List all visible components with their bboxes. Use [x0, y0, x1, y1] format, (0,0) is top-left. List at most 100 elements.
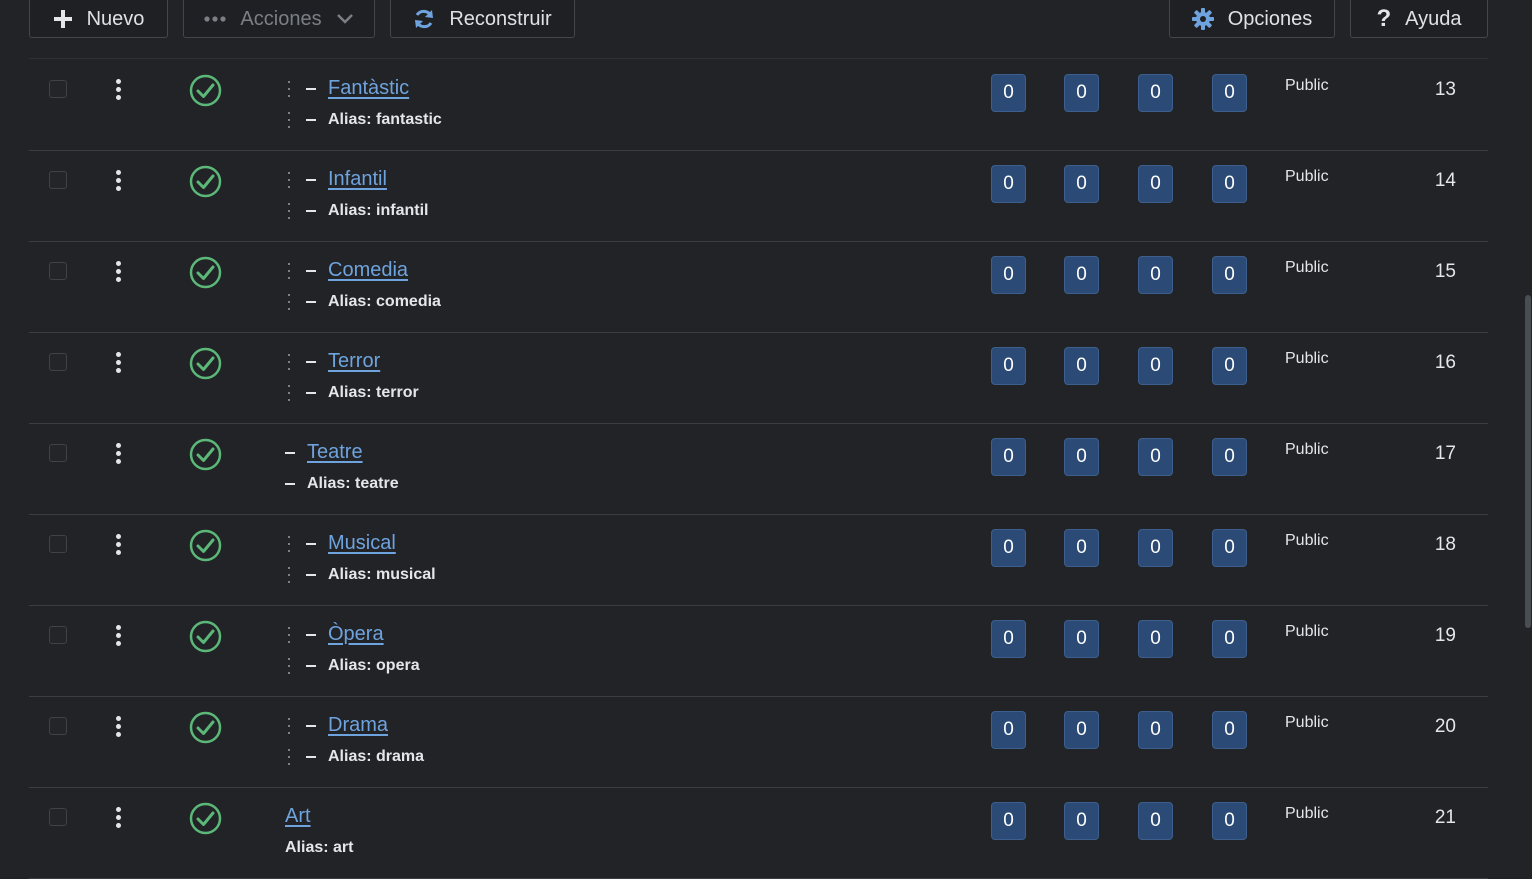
row-checkbox[interactable] — [49, 626, 67, 644]
row-checkbox[interactable] — [49, 171, 67, 189]
category-title-link[interactable]: Drama — [328, 714, 388, 737]
item-count-badge[interactable]: 0 — [1138, 165, 1173, 203]
category-alias: Alias: terror — [284, 384, 419, 402]
row-checkbox[interactable] — [49, 80, 67, 98]
item-count-badge[interactable]: 0 — [991, 438, 1026, 476]
item-count-badge[interactable]: 0 — [1212, 711, 1247, 749]
row-actions-icon[interactable] — [114, 261, 122, 283]
item-count-badge[interactable]: 0 — [1138, 256, 1173, 294]
category-alias: Alias: teatre — [285, 475, 399, 493]
row-checkbox[interactable] — [49, 262, 67, 280]
published-check-icon[interactable] — [189, 802, 222, 835]
item-count-badge[interactable]: 0 — [991, 165, 1026, 203]
drag-handle-icon[interactable] — [284, 262, 294, 280]
item-count-badge[interactable]: 0 — [1064, 74, 1099, 112]
drag-handle-icon[interactable] — [284, 566, 294, 584]
row-checkbox[interactable] — [49, 444, 67, 462]
item-count-badge[interactable]: 0 — [1064, 165, 1099, 203]
scrollbar[interactable] — [1525, 295, 1531, 628]
options-button[interactable]: Opciones — [1169, 0, 1335, 38]
row-actions-icon[interactable] — [114, 807, 122, 829]
item-count-badge[interactable]: 0 — [1064, 620, 1099, 658]
category-title-link[interactable]: Teatre — [307, 441, 363, 464]
item-count-badge[interactable]: 0 — [1212, 620, 1247, 658]
item-count-badge[interactable]: 0 — [991, 620, 1026, 658]
item-count-badge[interactable]: 0 — [1064, 802, 1099, 840]
item-count-badge[interactable]: 0 — [1212, 802, 1247, 840]
drag-handle-icon[interactable] — [284, 111, 294, 129]
published-check-icon[interactable] — [189, 74, 222, 107]
item-count-badge[interactable]: 0 — [1064, 711, 1099, 749]
category-title-link[interactable]: Terror — [328, 350, 380, 373]
drag-handle-icon[interactable] — [284, 80, 294, 98]
row-actions-icon[interactable] — [114, 352, 122, 374]
category-title: Fantàstic — [284, 77, 409, 100]
access-level: Public — [1285, 623, 1329, 640]
help-button[interactable]: ? Ayuda — [1350, 0, 1488, 38]
item-count-badge[interactable]: 0 — [1212, 74, 1247, 112]
category-title-link[interactable]: Art — [285, 805, 311, 828]
drag-handle-icon[interactable] — [284, 535, 294, 553]
category-title-link[interactable]: Comedia — [328, 259, 408, 282]
new-button[interactable]: Nuevo — [29, 0, 168, 38]
row-actions-icon[interactable] — [114, 170, 122, 192]
published-check-icon[interactable] — [189, 256, 222, 289]
item-count-badge[interactable]: 0 — [1212, 438, 1247, 476]
drag-handle-icon[interactable] — [284, 717, 294, 735]
item-count-badge[interactable]: 0 — [991, 256, 1026, 294]
row-id: 20 — [1434, 716, 1456, 737]
row-actions-icon[interactable] — [114, 625, 122, 647]
actions-dropdown[interactable]: Acciones — [183, 0, 375, 38]
published-check-icon[interactable] — [189, 620, 222, 653]
drag-handle-icon[interactable] — [284, 657, 294, 675]
row-actions-icon[interactable] — [114, 534, 122, 556]
category-title-link[interactable]: Òpera — [328, 623, 384, 646]
item-count-badge[interactable]: 0 — [1138, 802, 1173, 840]
item-count-badge[interactable]: 0 — [1212, 256, 1247, 294]
item-count-badge[interactable]: 0 — [1138, 438, 1173, 476]
drag-handle-icon[interactable] — [284, 293, 294, 311]
row-checkbox[interactable] — [49, 535, 67, 553]
published-check-icon[interactable] — [189, 347, 222, 380]
item-count-badge[interactable]: 0 — [1212, 529, 1247, 567]
item-count-badge[interactable]: 0 — [1138, 711, 1173, 749]
drag-handle-icon[interactable] — [284, 748, 294, 766]
published-check-icon[interactable] — [189, 165, 222, 198]
row-checkbox[interactable] — [49, 717, 67, 735]
row-checkbox[interactable] — [49, 353, 67, 371]
item-count-badge[interactable]: 0 — [1138, 347, 1173, 385]
published-check-icon[interactable] — [189, 438, 222, 471]
item-count-badge[interactable]: 0 — [1138, 529, 1173, 567]
item-count-badge[interactable]: 0 — [1064, 347, 1099, 385]
item-count-badge[interactable]: 0 — [991, 711, 1026, 749]
item-count-badge[interactable]: 0 — [1064, 438, 1099, 476]
rebuild-button[interactable]: Reconstruir — [390, 0, 575, 38]
table-row: Drama Alias: drama 0000 Public 20 — [29, 696, 1488, 788]
row-actions-icon[interactable] — [114, 443, 122, 465]
category-title: Òpera — [284, 623, 384, 646]
item-count-badge[interactable]: 0 — [1138, 620, 1173, 658]
item-count-badge[interactable]: 0 — [991, 347, 1026, 385]
published-check-icon[interactable] — [189, 529, 222, 562]
drag-handle-icon[interactable] — [284, 626, 294, 644]
item-count-badge[interactable]: 0 — [1212, 347, 1247, 385]
drag-handle-icon[interactable] — [284, 353, 294, 371]
drag-handle-icon[interactable] — [284, 171, 294, 189]
item-count-badge[interactable]: 0 — [991, 529, 1026, 567]
drag-handle-icon[interactable] — [284, 384, 294, 402]
item-count-badge[interactable]: 0 — [991, 74, 1026, 112]
category-title-link[interactable]: Infantil — [328, 168, 387, 191]
row-checkbox[interactable] — [49, 808, 67, 826]
row-actions-icon[interactable] — [114, 79, 122, 101]
item-count-badge[interactable]: 0 — [1064, 256, 1099, 294]
drag-handle-icon[interactable] — [284, 202, 294, 220]
item-count-badge[interactable]: 0 — [991, 802, 1026, 840]
category-alias: Alias: art — [285, 839, 353, 857]
category-title-link[interactable]: Fantàstic — [328, 77, 409, 100]
row-actions-icon[interactable] — [114, 716, 122, 738]
item-count-badge[interactable]: 0 — [1212, 165, 1247, 203]
published-check-icon[interactable] — [189, 711, 222, 744]
item-count-badge[interactable]: 0 — [1064, 529, 1099, 567]
category-title-link[interactable]: Musical — [328, 532, 396, 555]
item-count-badge[interactable]: 0 — [1138, 74, 1173, 112]
